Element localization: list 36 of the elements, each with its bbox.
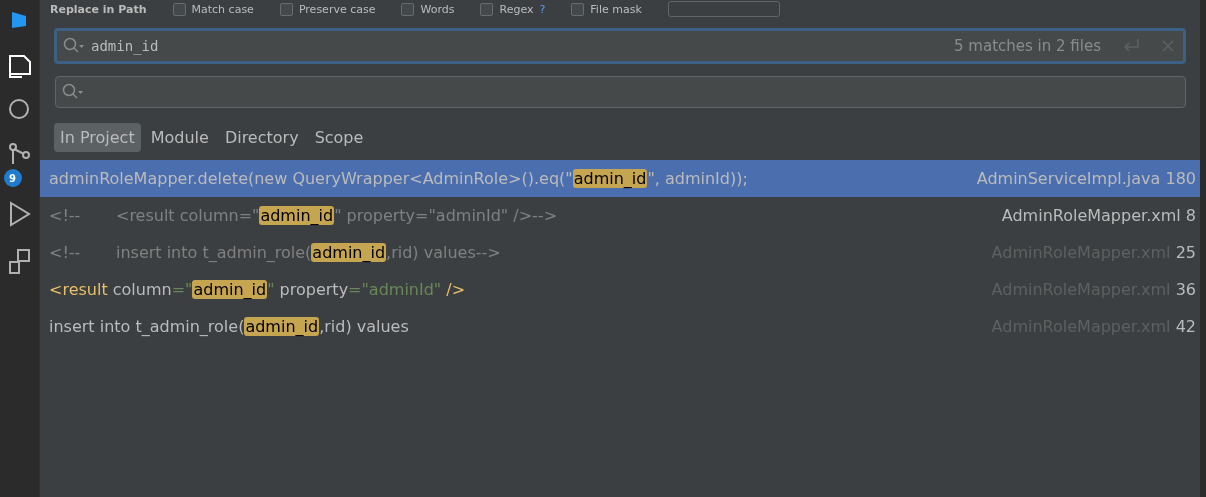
app-logo-icon[interactable]: [11, 10, 28, 30]
code-line: adminRoleMapper.delete(new QueryWrapper<AdminRole>().eq("admin_id", adminId));: [49, 169, 748, 188]
option-label: Match case: [191, 2, 254, 16]
scope-tab[interactable]: Module: [144, 122, 215, 152]
blocks-icon[interactable]: [7, 248, 32, 276]
option-label: Preserve case: [298, 2, 376, 16]
checkbox[interactable]: [279, 2, 293, 16]
checkbox[interactable]: [401, 2, 415, 16]
close-icon[interactable]: [1161, 39, 1175, 53]
search-text: admin_id: [91, 38, 159, 54]
search-icon[interactable]: [7, 98, 32, 122]
file-mask-field[interactable]: [667, 1, 780, 17]
file-location: AdminRoleMapper.xml 8: [1001, 206, 1196, 225]
code-line: <!-- insert into t_admin_role(admin_id,rid) values-->: [49, 243, 501, 262]
checkbox[interactable]: [571, 2, 585, 16]
search-field[interactable]: admin_id 5 matches in 2 files: [54, 28, 1186, 64]
notification-badge: 9: [3, 169, 22, 187]
checkbox[interactable]: [172, 2, 186, 16]
match-count: 5 matches in 2 files: [954, 37, 1101, 55]
scope-tab[interactable]: Scope: [308, 122, 370, 152]
replace-field[interactable]: [55, 76, 1186, 108]
scope-tab[interactable]: In Project: [54, 122, 141, 152]
option-label: Regex: [499, 2, 534, 16]
play-icon[interactable]: [7, 200, 32, 228]
scope-tab[interactable]: Directory: [218, 122, 305, 152]
result-row[interactable]: <!-- <result column="admin_id" property="adminId" />--> AdminRoleMapper.xml 8: [40, 197, 1200, 234]
dialog-title: Replace in Path: [50, 2, 147, 16]
code-line: <result column="admin_id" property="adminId" />: [49, 280, 466, 299]
code-line: <!-- <result column="admin_id" property="adminId" />-->: [49, 206, 558, 225]
option-label: File mask: [590, 2, 642, 16]
help-mark[interactable]: ?: [539, 2, 546, 16]
checkbox[interactable]: [480, 2, 494, 16]
option-label: Words: [420, 2, 455, 16]
file-location: AdminServiceImpl.java 180: [976, 169, 1196, 188]
code-line: insert into t_admin_role(admin_id,rid) values: [49, 317, 409, 336]
result-row[interactable]: adminRoleMapper.delete(new QueryWrapper<AdminRole>().eq("admin_id", adminId)); AdminServiceImpl.java 180: [40, 160, 1200, 197]
